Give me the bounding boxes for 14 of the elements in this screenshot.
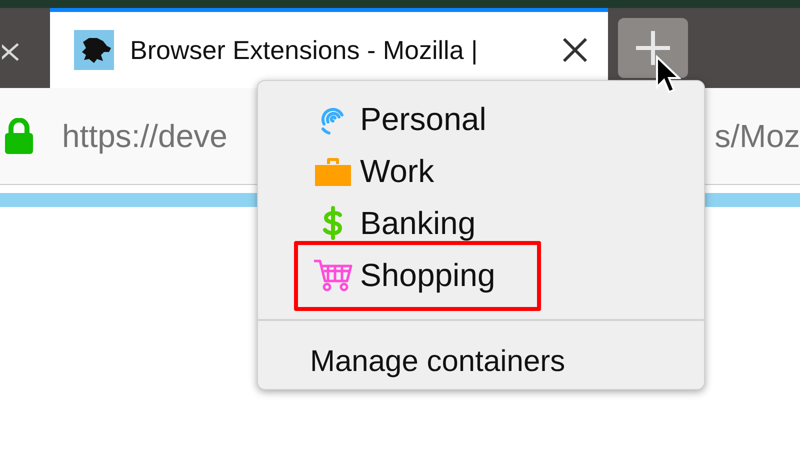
menu-item[interactable]: Manage containers: [258, 339, 704, 384]
menu-item[interactable]: Work: [360, 154, 434, 188]
close-icon[interactable]: [562, 37, 588, 63]
menu-item[interactable]: Banking: [360, 206, 476, 240]
url-text: https://deve: [62, 117, 228, 156]
menu-item[interactable]: Personal: [360, 102, 486, 136]
new-tab-button[interactable]: [618, 18, 688, 78]
menu-item[interactable]: Shopping: [360, 258, 496, 292]
url-text: s/Moz: [714, 117, 800, 156]
cursor-icon: [655, 55, 681, 95]
beast-head-icon: [74, 30, 114, 70]
browser-tab[interactable]: Browser Extensions - Mozilla |: [50, 8, 608, 88]
plus-icon: [634, 29, 672, 67]
tab-title: Browser Extensions - Mozilla |: [130, 34, 479, 66]
